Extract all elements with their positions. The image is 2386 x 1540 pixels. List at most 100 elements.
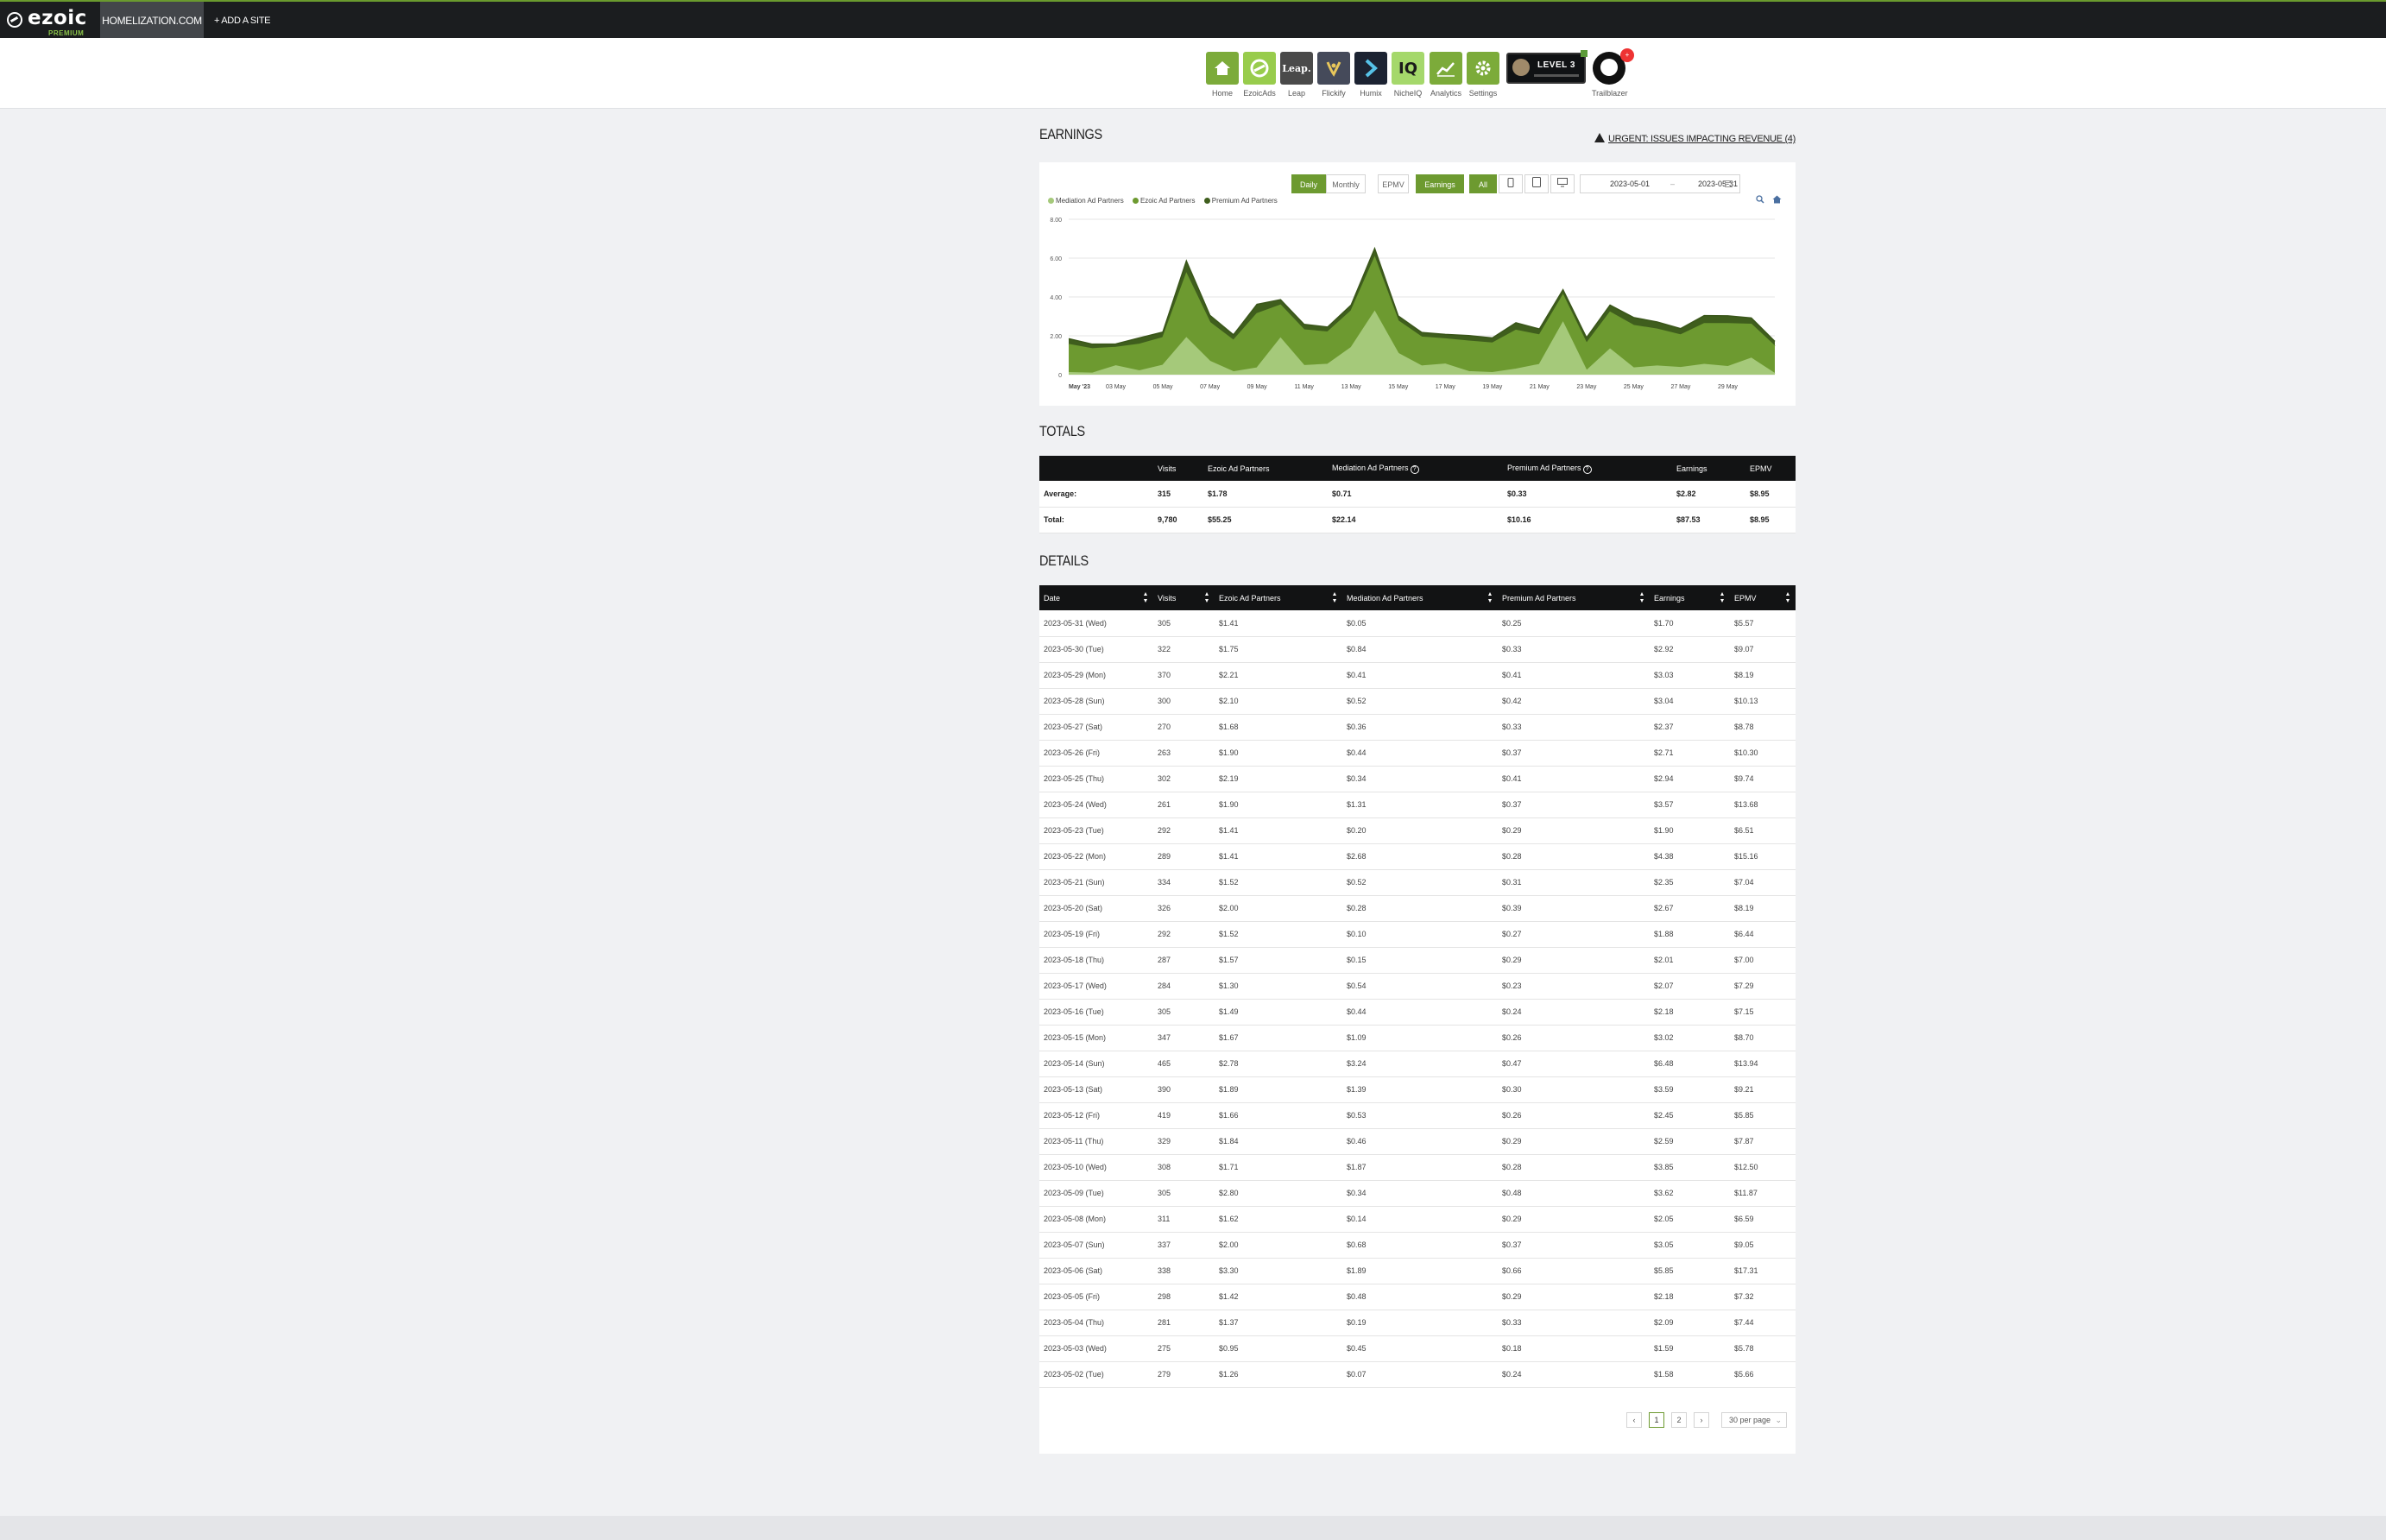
table-cell: $9.07 bbox=[1730, 636, 1796, 663]
table-cell: 390 bbox=[1153, 1076, 1215, 1103]
chevron-down-icon: ⌄ bbox=[1775, 1416, 1782, 1424]
help-icon[interactable]: ? bbox=[1410, 464, 1419, 474]
table-row: 2023-05-25 (Thu) 302 $2.19 $0.34 $0.41 $2.94 $… bbox=[1039, 766, 1796, 792]
table-row: 2023-05-19 (Fri) 292 $1.52 $0.10 $0.27 $1.88 $… bbox=[1039, 921, 1796, 948]
table-cell: $0.36 bbox=[1342, 714, 1498, 741]
humix-icon bbox=[1354, 52, 1387, 85]
ezoic-logo[interactable]: ezoic PREMIUM bbox=[7, 7, 93, 37]
table-row: 2023-05-14 (Sun) 465 $2.78 $3.24 $0.47 $6.48 $… bbox=[1039, 1051, 1796, 1077]
table-cell: $5.78 bbox=[1730, 1335, 1796, 1362]
sort-icon[interactable] bbox=[1205, 592, 1209, 603]
trailblazer-face-icon bbox=[1600, 59, 1618, 76]
table-cell: $2.21 bbox=[1215, 662, 1342, 689]
totals-cell: $0.33 bbox=[1503, 481, 1672, 508]
earnings-chart-card: Daily Monthly EPMV Earnings All 2023-05-… bbox=[1039, 162, 1796, 406]
table-cell: $0.34 bbox=[1342, 766, 1498, 792]
y-tick-label: 2.00 bbox=[1050, 334, 1062, 340]
table-cell: $1.49 bbox=[1215, 999, 1342, 1026]
trailblazer-badge[interactable]: + Trailblazer bbox=[1592, 48, 1634, 98]
earnings-area-chart: 0 2.00 4.00 6.00 8.00 May '23 03 May 05 May 07 M… bbox=[1050, 218, 1776, 390]
table-cell: $4.38 bbox=[1650, 843, 1730, 870]
per-page-select[interactable]: 30 per page ⌄ bbox=[1721, 1412, 1787, 1428]
sort-icon[interactable] bbox=[1640, 592, 1644, 603]
totals-col-visits: Visits bbox=[1153, 456, 1203, 481]
flickify-icon bbox=[1317, 52, 1350, 85]
totals-col-earnings: Earnings bbox=[1672, 456, 1745, 481]
table-cell: $1.62 bbox=[1215, 1206, 1342, 1233]
totals-cell: 315 bbox=[1153, 481, 1203, 508]
sort-icon[interactable] bbox=[1488, 592, 1493, 603]
table-cell: $0.26 bbox=[1498, 1102, 1650, 1129]
totals-cell: $8.95 bbox=[1745, 507, 1796, 533]
totals-col-mediation: Mediation Ad Partners? bbox=[1328, 456, 1503, 481]
sort-icon[interactable] bbox=[1720, 592, 1725, 603]
table-cell: $1.37 bbox=[1215, 1310, 1342, 1336]
site-tab-homelization[interactable]: HOMELIZATION.COM bbox=[100, 2, 204, 40]
next-page-button[interactable]: › bbox=[1694, 1412, 1709, 1428]
table-cell: $2.80 bbox=[1215, 1180, 1342, 1207]
sort-icon[interactable] bbox=[1144, 592, 1148, 603]
sort-icon[interactable] bbox=[1333, 592, 1337, 603]
level-badge[interactable]: LEVEL 3 bbox=[1506, 50, 1588, 84]
page-2-button[interactable]: 2 bbox=[1671, 1412, 1687, 1428]
warning-icon bbox=[1594, 133, 1606, 142]
table-cell: $10.13 bbox=[1730, 688, 1796, 715]
totals-cell: $0.71 bbox=[1328, 481, 1503, 508]
table-row: 2023-05-18 (Thu) 287 $1.57 $0.15 $0.29 $2.01 $… bbox=[1039, 947, 1796, 974]
table-cell: $5.85 bbox=[1730, 1102, 1796, 1129]
table-cell: $1.89 bbox=[1215, 1076, 1342, 1103]
details-col-header[interactable]: Earnings bbox=[1650, 585, 1730, 610]
help-icon[interactable]: ? bbox=[1582, 464, 1592, 474]
page-1-button[interactable]: 1 bbox=[1649, 1412, 1664, 1428]
table-cell: $0.41 bbox=[1342, 662, 1498, 689]
table-cell: 2023-05-09 (Tue) bbox=[1039, 1180, 1153, 1207]
table-cell: $0.29 bbox=[1498, 1206, 1650, 1233]
urgent-issues-link[interactable]: URGENT: ISSUES IMPACTING REVENUE (4) bbox=[1594, 133, 1796, 144]
table-cell: 2023-05-20 (Sat) bbox=[1039, 895, 1153, 922]
sort-icon[interactable] bbox=[1786, 592, 1790, 603]
table-cell: $1.66 bbox=[1215, 1102, 1342, 1129]
details-col-header[interactable]: Premium Ad Partners bbox=[1498, 585, 1650, 610]
totals-row: Average: 315 $1.78 $0.71 $0.33 $2.82 $8.95 bbox=[1039, 481, 1796, 508]
table-cell: $0.53 bbox=[1342, 1102, 1498, 1129]
prev-page-button[interactable]: ‹ bbox=[1626, 1412, 1642, 1428]
details-col-header[interactable]: Date bbox=[1039, 585, 1153, 610]
table-cell: $1.09 bbox=[1342, 1025, 1498, 1051]
trailblazer-label: Trailblazer bbox=[1592, 89, 1628, 98]
table-cell: 419 bbox=[1153, 1102, 1215, 1129]
table-cell: 263 bbox=[1153, 740, 1215, 767]
table-cell: $7.29 bbox=[1730, 973, 1796, 1000]
table-cell: 292 bbox=[1153, 817, 1215, 844]
table-cell: 2023-05-02 (Tue) bbox=[1039, 1361, 1153, 1388]
details-title: DETAILS bbox=[1039, 552, 1089, 569]
table-cell: $0.33 bbox=[1498, 636, 1650, 663]
table-cell: $0.37 bbox=[1498, 792, 1650, 818]
table-cell: $2.01 bbox=[1650, 947, 1730, 974]
table-cell: $7.44 bbox=[1730, 1310, 1796, 1336]
table-cell: $2.35 bbox=[1650, 869, 1730, 896]
table-cell: 2023-05-07 (Sun) bbox=[1039, 1232, 1153, 1259]
table-cell: $2.78 bbox=[1215, 1051, 1342, 1077]
header-text: Premium Ad Partners bbox=[1502, 593, 1576, 603]
totals-card: Visits Ezoic Ad Partners Mediation Ad Pa… bbox=[1039, 456, 1796, 533]
app-settings[interactable]: Settings bbox=[1467, 52, 1499, 98]
table-cell: $0.44 bbox=[1342, 999, 1498, 1026]
details-col-header[interactable]: EPMV bbox=[1730, 585, 1796, 610]
x-tick-label: 23 May bbox=[1576, 384, 1596, 390]
app-label: Settings bbox=[1468, 89, 1498, 98]
table-cell: $2.45 bbox=[1650, 1102, 1730, 1129]
details-col-header[interactable]: Mediation Ad Partners bbox=[1342, 585, 1498, 610]
add-site-button[interactable]: + ADD A SITE bbox=[214, 2, 270, 40]
table-cell: $3.04 bbox=[1650, 688, 1730, 715]
table-cell: $6.48 bbox=[1650, 1051, 1730, 1077]
table-cell: $0.48 bbox=[1342, 1284, 1498, 1310]
table-cell: $0.33 bbox=[1498, 1310, 1650, 1336]
table-cell: 337 bbox=[1153, 1232, 1215, 1259]
app-nicheiq[interactable]: IQ NicheIQ bbox=[1392, 52, 1424, 98]
header-text: Mediation Ad Partners bbox=[1332, 463, 1409, 472]
details-col-header[interactable]: Ezoic Ad Partners bbox=[1215, 585, 1342, 610]
table-cell: $2.59 bbox=[1650, 1128, 1730, 1155]
table-cell: 322 bbox=[1153, 636, 1215, 663]
table-row: 2023-05-31 (Wed) 305 $1.41 $0.05 $0.25 $1.70 $… bbox=[1039, 610, 1796, 637]
details-col-header[interactable]: Visits bbox=[1153, 585, 1215, 610]
